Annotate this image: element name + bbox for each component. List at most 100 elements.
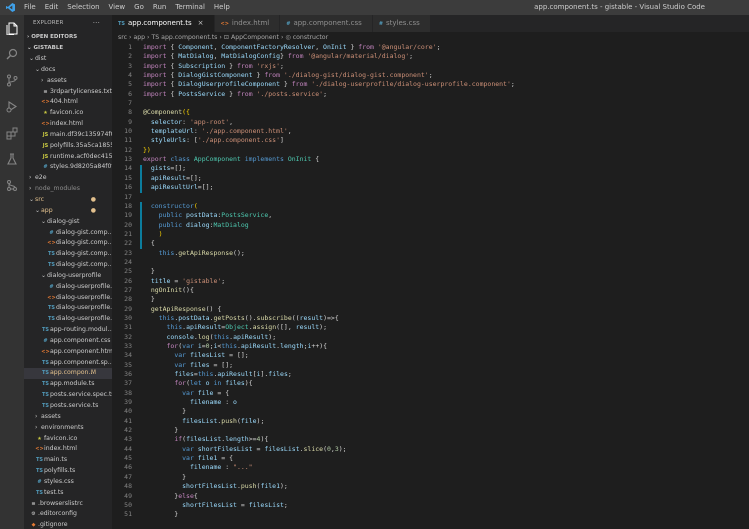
code-line[interactable]: 7 <box>112 99 749 108</box>
folder-item[interactable]: › e2e <box>24 173 112 184</box>
folder-item[interactable]: ⌄dialog-userprofile <box>24 271 112 282</box>
file-item[interactable]: # styles.css <box>24 477 112 488</box>
code-line[interactable]: 35 var files = []; <box>112 361 749 370</box>
code-line[interactable]: 13 export class AppComponent implements O… <box>112 155 749 164</box>
folder-item[interactable]: ⌄app ● <box>24 206 112 217</box>
code-line[interactable]: 31 this.apiResult=Object.assign([], resu… <box>112 323 749 332</box>
folder-item[interactable]: › environments <box>24 423 112 434</box>
file-item[interactable]: TSposts.service.ts <box>24 401 112 412</box>
code-line[interactable]: 47 } <box>112 473 749 482</box>
code-line[interactable]: 28 } <box>112 295 749 304</box>
code-line[interactable]: 5 import { DialogUserprofileComponent } f… <box>112 80 749 89</box>
code-editor[interactable]: 1 import { Component, ComponentFactoryRes… <box>112 43 749 529</box>
code-line[interactable]: 36 files=this.apiResult[i].files; <box>112 370 749 379</box>
code-line[interactable]: 20 public dialog:MatDialog <box>112 221 749 230</box>
code-line[interactable]: 8 @Component({ <box>112 108 749 117</box>
search-icon[interactable] <box>6 46 18 60</box>
file-item[interactable]: TSpolyfills.ts <box>24 466 112 477</box>
file-item[interactable]: <>dialog-gist.comp... <box>24 238 112 249</box>
file-item[interactable]: JSmain.df39c135974f0... <box>24 130 112 141</box>
code-line[interactable]: 50 shortFilesList = filesList; <box>112 501 749 510</box>
file-item[interactable]: ◆ .gitignore <box>24 520 112 529</box>
code-line[interactable]: 39 filename : o <box>112 398 749 407</box>
open-editors-section[interactable]: › OPEN EDITORS <box>24 32 112 43</box>
code-line[interactable]: 30 this.postData.getPosts().subscribe((r… <box>112 314 749 323</box>
code-line[interactable]: 26 title = 'gistable'; <box>112 277 749 286</box>
file-item[interactable]: <>index.html <box>24 444 112 455</box>
file-item[interactable]: TSapp.compon... M <box>24 368 112 380</box>
file-item[interactable]: ★ favicon.ico <box>24 108 112 119</box>
code-line[interactable]: 21 ) <box>112 230 749 239</box>
file-item[interactable]: <>app.component.html <box>24 347 112 358</box>
code-line[interactable]: 44 var shortFilesList = filesList.slice(… <box>112 445 749 454</box>
code-line[interactable]: 18 constructor( <box>112 202 749 211</box>
file-item[interactable]: TSmain.ts <box>24 455 112 466</box>
code-line[interactable]: 40 } <box>112 407 749 416</box>
file-item[interactable]: TSapp.component.sp... <box>24 358 112 369</box>
file-item[interactable]: # app.component.css <box>24 336 112 347</box>
files-icon[interactable] <box>6 20 18 36</box>
breadcrumb[interactable]: src › app › TS app.component.ts › ⊡ AppC… <box>112 32 749 43</box>
remote-explorer-icon[interactable] <box>6 177 18 191</box>
file-item[interactable]: <>index.html <box>24 119 112 130</box>
folder-item[interactable]: ⌄dialog-gist <box>24 217 112 228</box>
folder-item[interactable]: › node_modules <box>24 184 112 195</box>
code-line[interactable]: 19 public postData:PostsService, <box>112 211 749 220</box>
test-icon[interactable] <box>6 151 18 165</box>
code-line[interactable]: 42 } <box>112 426 749 435</box>
more-actions-icon[interactable]: ··· <box>93 15 100 32</box>
file-item[interactable]: ★ favicon.ico <box>24 434 112 445</box>
code-line[interactable]: 34 var filesList = []; <box>112 351 749 360</box>
code-line[interactable]: 48 shortFilesList.push(file1); <box>112 482 749 491</box>
file-item[interactable]: <>dialog-userprofile... <box>24 293 112 304</box>
file-item[interactable]: ⚙ .editorconfig <box>24 509 112 520</box>
code-line[interactable]: 38 var file = { <box>112 389 749 398</box>
code-line[interactable]: 25 } <box>112 267 749 276</box>
code-line[interactable]: 1 import { Component, ComponentFactoryRes… <box>112 43 749 52</box>
code-line[interactable]: 2 import { MatDialog, MatDialogConfig} fr… <box>112 52 749 61</box>
source-control-icon[interactable] <box>6 72 18 87</box>
folder-item[interactable]: › assets <box>24 412 112 423</box>
tab-styles-css[interactable]: # styles.css <box>372 15 430 32</box>
code-line[interactable]: 37 for(let o in files){ <box>112 379 749 388</box>
folder-item[interactable]: ⌄src ● <box>24 195 112 206</box>
file-item[interactable]: TSapp.module.ts <box>24 379 112 390</box>
code-line[interactable]: 15 apiResult=[]; <box>112 174 749 183</box>
code-line[interactable]: 10 templateUrl: './app.component.html', <box>112 127 749 136</box>
code-line[interactable]: 51 } <box>112 510 749 519</box>
tab-app-component-css[interactable]: # app.component.css <box>280 15 372 32</box>
code-line[interactable]: 43 if(filesList.length>=4){ <box>112 435 749 444</box>
code-line[interactable]: 24 <box>112 258 749 267</box>
file-item[interactable]: ≡ 3rdpartylicenses.txt <box>24 87 112 98</box>
folder-item[interactable]: ⌄dist <box>24 54 112 65</box>
code-line[interactable]: 27 ngOnInit(){ <box>112 286 749 295</box>
code-line[interactable]: 6 import { PostsService } from './posts.s… <box>112 90 749 99</box>
code-line[interactable]: 49 }else{ <box>112 492 749 501</box>
code-line[interactable]: 46 filename : "..." <box>112 463 749 472</box>
file-item[interactable]: TSdialog-userprofile... <box>24 314 112 325</box>
close-icon[interactable]: × <box>198 19 204 27</box>
file-item[interactable]: #styles.9d8205a84f0f... <box>24 162 112 173</box>
code-line[interactable]: 17 <box>112 193 749 202</box>
file-item[interactable]: <>404.html <box>24 97 112 108</box>
code-line[interactable]: 9 selector: 'app-root', <box>112 118 749 127</box>
code-line[interactable]: 45 var file1 = { <box>112 454 749 463</box>
file-item[interactable]: TSdialog-gist.comp... <box>24 249 112 260</box>
code-line[interactable]: 29 getApiResponse() { <box>112 305 749 314</box>
file-item[interactable]: TSapp-routing.modul... <box>24 325 112 336</box>
tab-index-html[interactable]: <> index.html <box>214 15 280 32</box>
file-item[interactable]: JSpolyfills.35a5ca1855... <box>24 141 112 152</box>
code-line[interactable]: 11 styleUrls: ['./app.component.css'] <box>112 136 749 145</box>
file-item[interactable]: TSdialog-gist.comp... <box>24 260 112 271</box>
extensions-icon[interactable] <box>6 125 18 140</box>
code-line[interactable]: 32 console.log(this.apiResult); <box>112 333 749 342</box>
folder-item[interactable]: › assets <box>24 76 112 87</box>
code-line[interactable]: 14 gists=[]; <box>112 164 749 173</box>
file-item[interactable]: # dialog-gist.comp... <box>24 228 112 239</box>
code-line[interactable]: 16 apiResultUrl=[]; <box>112 183 749 192</box>
tab-app-component-ts[interactable]: TS app.component.ts × <box>112 15 214 32</box>
file-item[interactable]: TSdialog-userprofile... <box>24 303 112 314</box>
code-line[interactable]: 22 { <box>112 239 749 248</box>
code-line[interactable]: 4 import { DialogGistComponent } from './… <box>112 71 749 80</box>
file-item[interactable]: TStest.ts <box>24 488 112 499</box>
